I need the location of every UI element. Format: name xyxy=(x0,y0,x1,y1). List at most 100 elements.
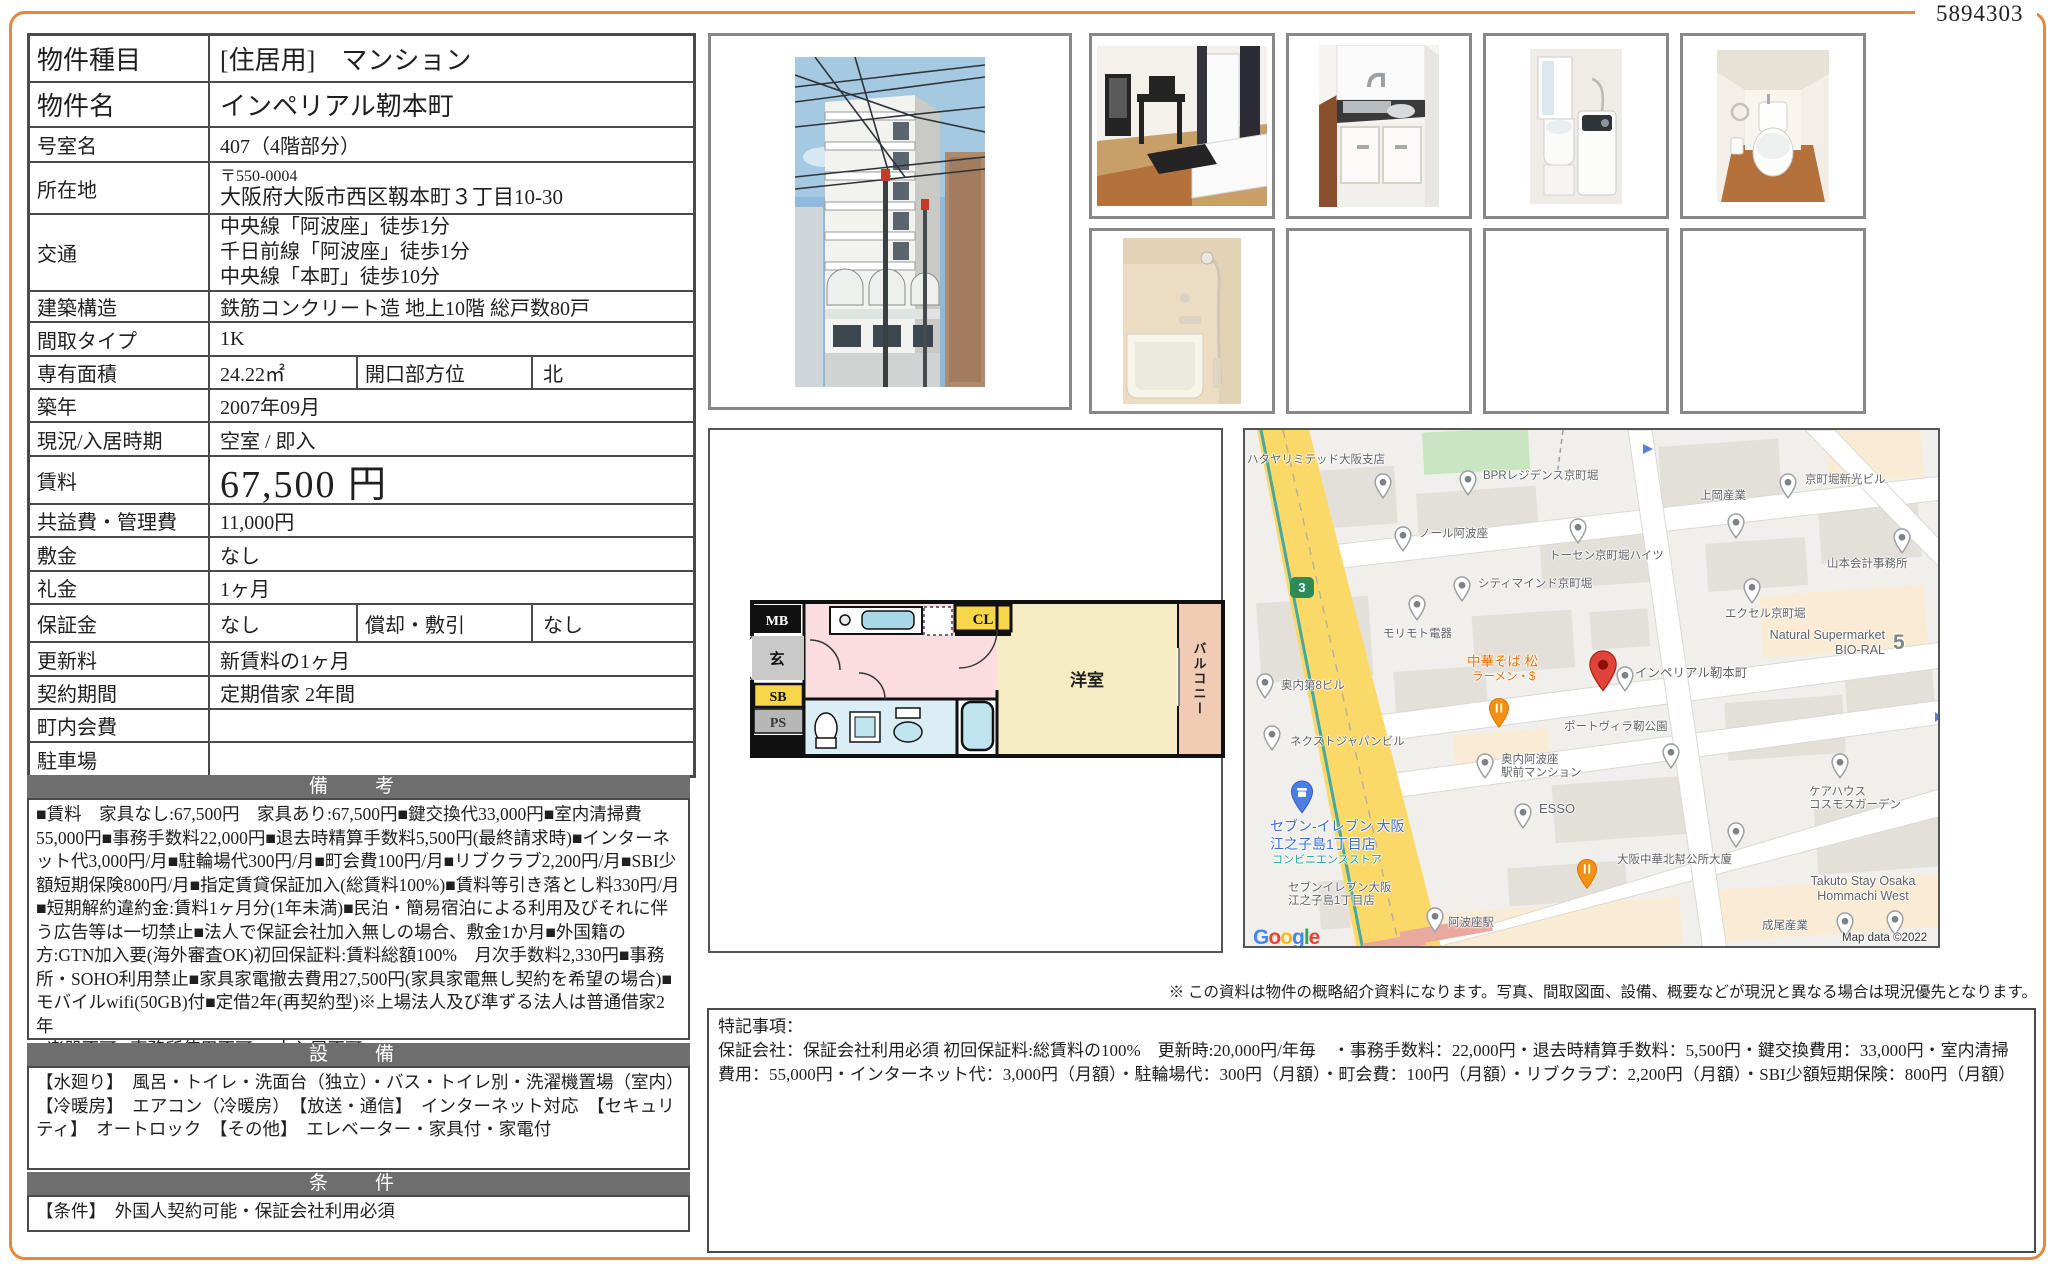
row-label: 建築構造 xyxy=(30,292,210,321)
block-number: 5 xyxy=(1893,636,1905,649)
conditions-header: 条 件 xyxy=(27,1172,690,1195)
store-pin-icon xyxy=(1290,780,1314,814)
remarks-box: ■賃料 家具なし:67,500円 家具あり:67,500円■鍵交換代33,000… xyxy=(27,798,690,1040)
row-value: 24.22㎡ xyxy=(210,357,356,388)
row-value: 中央線「阿波座」徒歩1分 千日前線「阿波座」徒歩1分 中央線「本町」徒歩10分 xyxy=(210,215,693,290)
map-label: 京町堀新光ビル xyxy=(1805,474,1886,487)
floorplan-genkan-label: 玄 xyxy=(769,650,784,668)
floorplan-mb-label: MB xyxy=(766,614,789,629)
logo-letter: G xyxy=(1253,926,1268,948)
route-shield: 3 xyxy=(1290,577,1314,598)
map-pin-icon xyxy=(1893,528,1911,554)
map-label: BPRレジデンス京町堀 xyxy=(1483,470,1598,483)
map-pin-icon xyxy=(1453,576,1471,602)
row-label: 償却・敷引 xyxy=(356,605,533,641)
map-pin-icon xyxy=(1263,725,1281,751)
row-label: 交通 xyxy=(30,215,210,290)
map-label: Takuto Stay Osaka Hommachi West xyxy=(1798,874,1928,904)
subject-property-pin-icon xyxy=(1588,649,1618,693)
row-label: 物件種目 xyxy=(30,36,210,81)
property-sheet: { "doc_id": "5894303", "table": { "rows"… xyxy=(0,0,2056,1265)
map-label: セブン-イレブン 大阪 xyxy=(1270,818,1405,834)
location-map: 3 5 ハタヤリミテッド大阪支店 BPRレジデンス京町堀 上岡産業 京町堀新光ビ… xyxy=(1243,428,1940,948)
table-row: 現況/入居時期 空室 / 即入 xyxy=(30,421,693,455)
special-notes-title: 特記事項： xyxy=(718,1015,2025,1039)
table-row: 物件種目 [住居用] マンション xyxy=(30,36,693,81)
row-label: 保証金 xyxy=(30,605,210,641)
map-label: 奥内阿波座 駅前マンション xyxy=(1501,754,1582,780)
restaurant-pin-icon xyxy=(1576,858,1598,890)
table-row: 礼金 1ヶ月 xyxy=(30,570,693,603)
floorplan-room-label: 洋室 xyxy=(1070,670,1104,690)
photo-empty-3 xyxy=(1680,228,1866,414)
photo-bathroom xyxy=(1089,228,1275,414)
map-label: インペリアル靭本町 xyxy=(1635,667,1747,680)
special-notes-text: 保証会社：保証会社利用必須 初回保証料:総賃料の100% 更新時:20,000円… xyxy=(718,1039,2025,1087)
map-pin-icon xyxy=(1743,578,1761,604)
map-label: ポートヴィラ靭公園 xyxy=(1564,721,1668,734)
map-label: 阿波座駅 xyxy=(1448,917,1494,930)
table-row: 建築構造 鉄筋コンクリート造 地上10階 総戸数80戸 xyxy=(30,290,693,321)
building-exterior-image xyxy=(795,57,985,387)
table-row: 間取タイプ 1K xyxy=(30,321,693,355)
row-label: 開口部方位 xyxy=(356,357,533,388)
row-value: 北 xyxy=(533,357,693,388)
row-value xyxy=(210,743,693,775)
row-value: 407（4階部分） xyxy=(210,128,693,161)
photo-empty-1 xyxy=(1286,228,1472,414)
document-id: 5894303 xyxy=(1936,1,2024,27)
floorplan-panel: バルコニー 洋室 CL 玄 xyxy=(708,428,1223,953)
row-value: 1K xyxy=(210,323,693,355)
table-row: 町内会費 xyxy=(30,708,693,741)
row-value: 定期借家 2年間 xyxy=(210,677,693,708)
map-pin-icon xyxy=(1831,753,1849,779)
floorplan-cl-label: CL xyxy=(973,612,994,628)
table-row: 賃料 67,500 円 xyxy=(30,455,693,503)
map-pin-icon xyxy=(1256,673,1274,699)
google-logo: Google xyxy=(1253,926,1319,948)
facilities-text: 【水廻り】 風呂・トイレ・洗面台（独立）・バス・トイレ別・洗濯機置場（室内） 【… xyxy=(36,1071,681,1142)
row-value: 空室 / 即入 xyxy=(210,423,693,455)
postal-code: 〒550-0004 xyxy=(220,168,297,185)
row-value xyxy=(210,710,693,741)
row-label: 礼金 xyxy=(30,572,210,603)
map-label: ハタヤリミテッド大阪支店 xyxy=(1247,454,1385,467)
row-label: 契約期間 xyxy=(30,677,210,708)
map-pin-icon xyxy=(1426,907,1444,933)
row-label: 更新料 xyxy=(30,643,210,675)
row-label: 専有面積 xyxy=(30,357,210,388)
row-value: [住居用] マンション xyxy=(210,36,693,81)
map-pin-icon xyxy=(1727,822,1745,848)
map-label: モリモト電器 xyxy=(1383,628,1452,641)
map-label: 中華そば 松 xyxy=(1467,654,1538,669)
map-label: ラーメン・$ xyxy=(1472,670,1535,685)
table-row: 敷金 なし xyxy=(30,536,693,570)
table-row: 保証金 なし 償却・敷引 なし xyxy=(30,603,693,641)
kitchen-image xyxy=(1319,45,1439,207)
facilities-box: 【水廻り】 風呂・トイレ・洗面台（独立）・バス・トイレ別・洗濯機置場（室内） 【… xyxy=(27,1066,690,1170)
row-value: なし xyxy=(210,605,356,641)
map-label: 成尾産業 xyxy=(1762,920,1808,933)
row-value: 新賃料の1ヶ月 xyxy=(210,643,693,675)
map-label: 江之子島1丁目店 xyxy=(1270,836,1376,852)
row-label: 駐車場 xyxy=(30,743,210,775)
map-pin-icon xyxy=(1616,666,1634,692)
map-label: ESSO xyxy=(1539,802,1575,815)
row-label: 賃料 xyxy=(30,457,210,503)
conditions-box: 【条件】 外国人契約可能・保証会社利用必須 xyxy=(27,1195,690,1232)
washroom-image xyxy=(1530,49,1622,204)
map-pin-icon xyxy=(1662,743,1680,769)
map-label: セブンイレブン大阪 江之子島1丁目店 xyxy=(1288,882,1392,908)
table-row: 号室名 407（4階部分） xyxy=(30,126,693,161)
map-pin-icon xyxy=(1394,526,1412,552)
map-label: 大阪中華北幇公所大廈 xyxy=(1617,854,1732,867)
photo-kitchen xyxy=(1286,33,1472,219)
map-label: エクセル京町堀 xyxy=(1725,608,1806,621)
table-row: 契約期間 定期借家 2年間 xyxy=(30,675,693,708)
special-notes-box: 特記事項： 保証会社：保証会社利用必須 初回保証料:総賃料の100% 更新時:2… xyxy=(707,1008,2036,1253)
map-pin-icon xyxy=(1569,518,1587,544)
rent-value: 67,500 円 xyxy=(210,457,693,503)
table-row: 交通 中央線「阿波座」徒歩1分 千日前線「阿波座」徒歩1分 中央線「本町」徒歩1… xyxy=(30,213,693,290)
row-label: 共益費・管理費 xyxy=(30,505,210,536)
restaurant-pin-icon xyxy=(1488,697,1510,729)
